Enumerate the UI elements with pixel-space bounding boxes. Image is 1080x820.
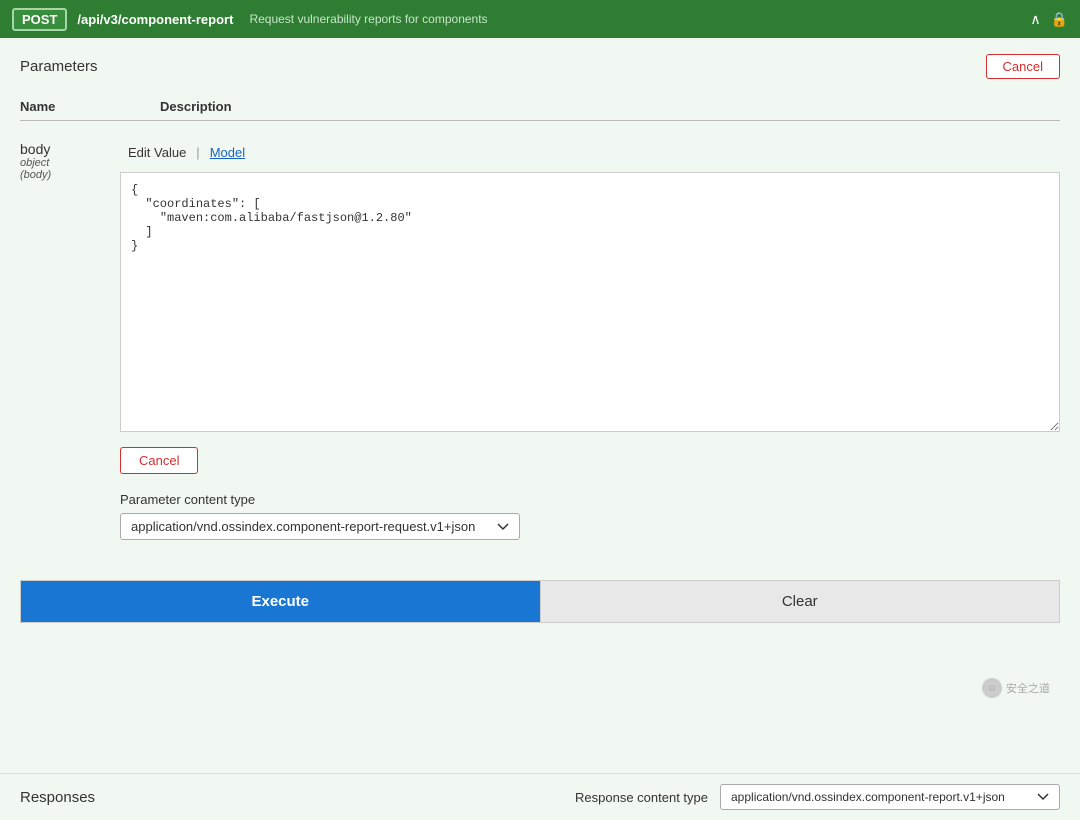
param-type-label: object bbox=[20, 157, 100, 169]
header-bar: POST /api/v3/component-report Request vu… bbox=[0, 0, 1080, 38]
param-content-section: Parameter content type application/vnd.o… bbox=[120, 492, 1060, 540]
method-badge: POST bbox=[12, 8, 67, 31]
lock-icon[interactable]: 🔒 bbox=[1051, 11, 1068, 28]
response-content-type-select[interactable]: application/vnd.ossindex.component-repor… bbox=[720, 784, 1060, 810]
header-icons: ∧ 🔒 bbox=[1030, 11, 1068, 28]
col-name-header: Name bbox=[20, 99, 100, 114]
watermark: ⊙ 安全之道 bbox=[982, 678, 1050, 698]
body-textarea[interactable] bbox=[120, 172, 1060, 432]
cancel-inline-button[interactable]: Cancel bbox=[120, 447, 198, 474]
section-title: Parameters bbox=[20, 58, 98, 75]
param-subtype-label: (body) bbox=[20, 169, 100, 181]
clear-button[interactable]: Clear bbox=[540, 581, 1060, 622]
execute-button[interactable]: Execute bbox=[21, 581, 540, 622]
param-name-label: body bbox=[20, 141, 100, 157]
tab-model[interactable]: Model bbox=[202, 141, 253, 164]
col-description-header: Description bbox=[160, 99, 232, 114]
param-content-label: Parameter content type bbox=[120, 492, 1060, 507]
watermark-text: 安全之道 bbox=[1006, 680, 1050, 696]
watermark-icon: ⊙ bbox=[982, 678, 1002, 698]
endpoint-path: /api/v3/component-report bbox=[77, 12, 233, 27]
param-description-column: Edit Value | Model Cancel Parameter cont… bbox=[120, 141, 1060, 540]
endpoint-description: Request vulnerability reports for compon… bbox=[249, 12, 487, 26]
param-row: body object (body) Edit Value | Model Ca… bbox=[20, 131, 1060, 550]
tab-divider: | bbox=[196, 145, 199, 160]
action-bar: Execute Clear bbox=[20, 580, 1060, 623]
responses-label: Responses bbox=[20, 789, 95, 806]
table-header: Name Description bbox=[20, 93, 1060, 121]
response-content-label: Response content type bbox=[575, 790, 708, 805]
edit-tabs: Edit Value | Model bbox=[120, 141, 1060, 164]
response-content-type-section: Response content type application/vnd.os… bbox=[575, 784, 1060, 810]
responses-bar: Responses Response content type applicat… bbox=[0, 773, 1080, 820]
chevron-icon[interactable]: ∧ bbox=[1030, 11, 1040, 28]
cancel-top-button[interactable]: Cancel bbox=[986, 54, 1060, 79]
main-content: Parameters Cancel Name Description body … bbox=[0, 38, 1080, 773]
content-type-select[interactable]: application/vnd.ossindex.component-repor… bbox=[120, 513, 520, 540]
section-header: Parameters Cancel bbox=[20, 54, 1060, 79]
tab-edit-value[interactable]: Edit Value bbox=[120, 141, 194, 164]
param-name-column: body object (body) bbox=[20, 141, 120, 540]
